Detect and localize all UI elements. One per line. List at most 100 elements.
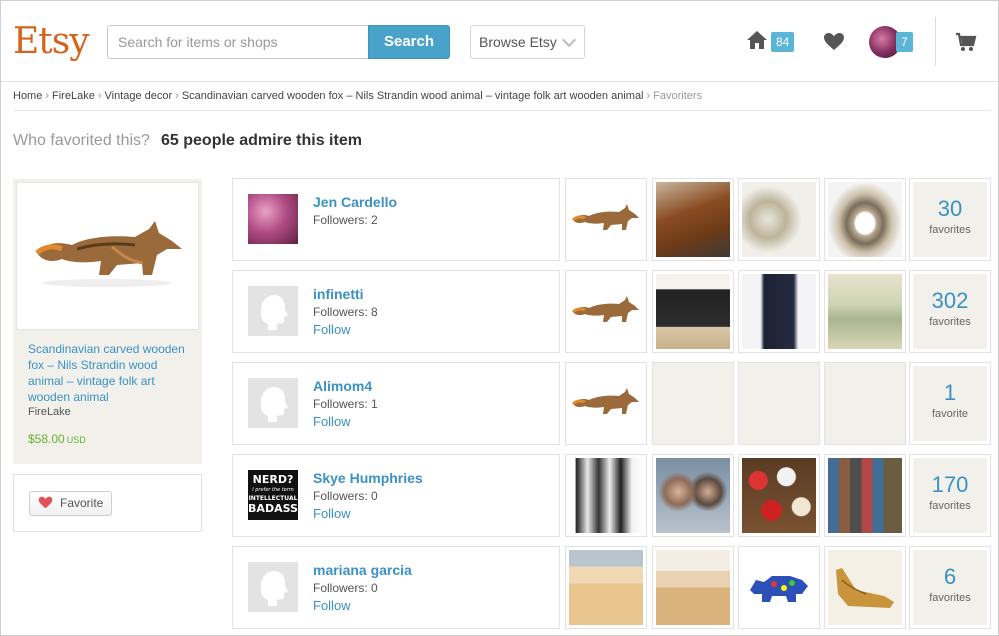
browse-etsy-dropdown[interactable]: Browse Etsy — [470, 25, 585, 59]
empty-thumbnail — [738, 362, 820, 445]
buttons-pins-image — [742, 458, 816, 533]
favorite-thumbnail[interactable] — [824, 546, 906, 629]
user-name-link[interactable]: Alimom4 — [313, 378, 372, 394]
item-shop-link[interactable]: FireLake — [28, 406, 71, 418]
favorites-count[interactable]: 30 favorites — [909, 178, 991, 261]
user-card: infinetti Followers: 8 Follow — [232, 270, 560, 353]
favorites-count[interactable]: 1 favorite — [909, 362, 991, 445]
favorite-thumbnail[interactable] — [565, 546, 647, 629]
breadcrumb-divider — [13, 110, 991, 111]
browse-label: Browse Etsy — [479, 34, 557, 50]
empty-thumbnail — [824, 362, 906, 445]
fox-carving-image — [571, 296, 639, 322]
tshirts-image — [569, 458, 643, 533]
breadcrumb-shop[interactable]: FireLake — [52, 90, 95, 102]
search-button[interactable]: Search — [368, 25, 450, 59]
user-name-link[interactable]: Skye Humphries — [313, 470, 423, 486]
favorite-button-label: Favorite — [60, 496, 104, 510]
favorite-box: Favorite — [13, 474, 202, 532]
fox-carving-image — [35, 221, 182, 287]
favorite-thumbnail[interactable] — [652, 454, 734, 537]
etsy-logo[interactable]: Etsy — [13, 21, 90, 62]
favorite-thumbnail[interactable] — [738, 270, 820, 353]
favorite-thumbnail[interactable] — [824, 270, 906, 353]
search-input[interactable]: Search for items or shops — [107, 25, 369, 59]
favorites-count-label: favorites — [929, 592, 971, 604]
favorite-thumbnail[interactable] — [824, 454, 906, 537]
breadcrumb-separator: › — [97, 90, 102, 102]
favorites-count-label: favorites — [929, 500, 971, 512]
favorite-thumbnail[interactable] — [565, 454, 647, 537]
favorite-thumbnail[interactable] — [565, 178, 647, 261]
user-card: Jen Cardello Followers: 2 — [232, 178, 560, 261]
favorites-button[interactable] — [823, 32, 845, 56]
breadcrumb-item[interactable]: Scandinavian carved wooden fox – Nils St… — [182, 90, 644, 102]
breadcrumb-home[interactable]: Home — [13, 90, 42, 102]
cart-icon — [956, 32, 977, 51]
favorites-count-inner: 6 favorites — [913, 550, 987, 625]
page-question: Who favorited this? — [13, 132, 150, 149]
favorite-thumbnail[interactable] — [738, 454, 820, 537]
heart-icon — [38, 496, 53, 509]
favorite-thumbnail[interactable] — [652, 270, 734, 353]
item-image[interactable] — [16, 182, 199, 330]
home-button[interactable] — [746, 30, 768, 55]
user-card: NERD? I prefer the term INTELLECTUAL BAD… — [232, 454, 560, 537]
fox-carving-image — [571, 204, 639, 230]
favorite-thumbnail[interactable] — [738, 178, 820, 261]
headband-image — [569, 550, 643, 625]
favorites-count-number: 170 — [931, 472, 969, 497]
chevron-down-icon — [561, 32, 577, 48]
favorites-count[interactable]: 302 favorites — [909, 270, 991, 353]
favorites-count-number: 1 — [943, 380, 957, 405]
favorite-thumbnail[interactable] — [652, 546, 734, 629]
favorite-thumbnail[interactable] — [565, 362, 647, 445]
item-price-value: $58.00 — [28, 432, 65, 446]
user-avatar[interactable] — [248, 194, 298, 244]
favorite-button[interactable]: Favorite — [29, 491, 112, 516]
user-followers: Followers: 0 — [313, 581, 378, 595]
favorites-count-label: favorites — [929, 316, 971, 328]
favorite-thumbnail[interactable] — [738, 546, 820, 629]
user-avatar[interactable] — [248, 378, 298, 428]
user-name-link[interactable]: Jen Cardello — [313, 194, 397, 210]
default-avatar-icon — [260, 571, 288, 606]
favorite-thumbnail[interactable] — [652, 178, 734, 261]
favorites-count-inner: 30 favorites — [913, 182, 987, 257]
avatar-text-line: INTELLECTUAL — [248, 495, 298, 502]
fox-carving-image — [571, 388, 639, 414]
favorites-count[interactable]: 170 favorites — [909, 454, 991, 537]
rhino-toy-image — [742, 550, 816, 625]
user-followers: Followers: 8 — [313, 305, 378, 319]
wooden-bench-image — [656, 182, 730, 257]
user-name-link[interactable]: infinetti — [313, 286, 364, 302]
favorites-count-label: favorites — [929, 224, 971, 236]
user-followers: Followers: 0 — [313, 489, 378, 503]
follow-link[interactable]: Follow — [313, 598, 351, 613]
favorites-count-inner: 302 favorites — [913, 274, 987, 349]
favorites-count[interactable]: 6 favorites — [909, 546, 991, 629]
user-avatar[interactable] — [248, 286, 298, 336]
breadcrumb: Home › FireLake › Vintage decor › Scandinavian… — [13, 90, 702, 102]
earrings-image — [742, 182, 816, 257]
follow-link[interactable]: Follow — [313, 322, 351, 337]
user-avatar[interactable] — [248, 562, 298, 612]
user-name-link[interactable]: mariana garcia — [313, 562, 412, 578]
item-price: $58.00 USD — [28, 432, 86, 446]
favorite-thumbnail[interactable] — [565, 270, 647, 353]
favorite-thumbnail[interactable] — [824, 178, 906, 261]
breadcrumb-separator: › — [646, 90, 651, 102]
heart-icon — [824, 33, 844, 50]
user-avatar[interactable]: NERD? I prefer the term INTELLECTUAL BAD… — [248, 470, 298, 520]
follow-link[interactable]: Follow — [313, 414, 351, 429]
sailboats-print-image — [828, 274, 902, 349]
item-title-link[interactable]: Scandinavian carved wooden fox – Nils St… — [28, 341, 188, 405]
home-icon — [747, 31, 767, 49]
favorites-count-number: 6 — [943, 564, 957, 589]
breadcrumb-category[interactable]: Vintage decor — [104, 90, 172, 102]
cart-button[interactable] — [955, 32, 977, 57]
empty-thumbnail — [652, 362, 734, 445]
favorites-count-label: favorite — [931, 408, 969, 420]
follow-link[interactable]: Follow — [313, 506, 351, 521]
page-frame: Etsy Search for items or shops Search Br… — [0, 0, 999, 636]
